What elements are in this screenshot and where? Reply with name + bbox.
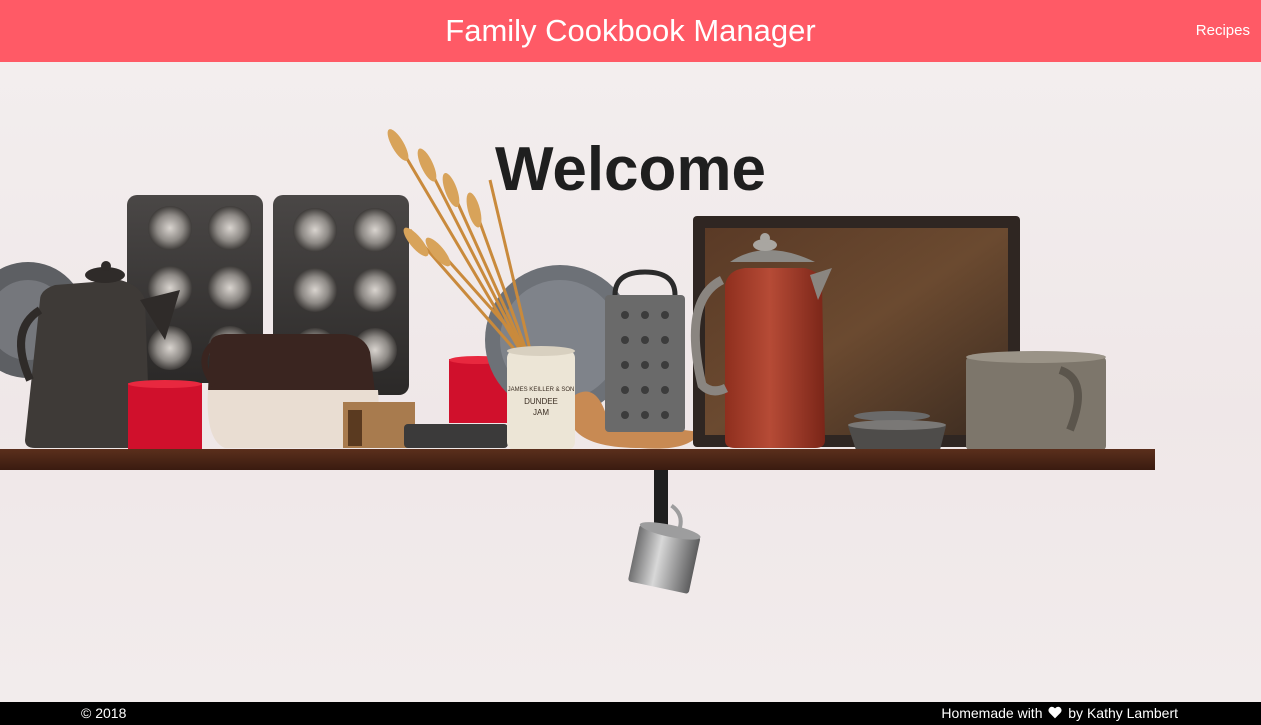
heart-icon bbox=[1048, 706, 1062, 719]
hero-section: JAMES KEILLER & SON DUNDEE JAM Welcome bbox=[0, 62, 1261, 702]
small-bowl bbox=[854, 411, 930, 421]
credit-prefix: Homemade with bbox=[941, 705, 1043, 721]
baking-tin bbox=[404, 424, 508, 448]
svg-text:DUNDEE: DUNDEE bbox=[524, 397, 558, 406]
box-grater bbox=[605, 269, 685, 432]
app-title: Family Cookbook Manager bbox=[445, 13, 816, 48]
svg-text:JAM: JAM bbox=[533, 408, 549, 417]
svg-text:JAMES KEILLER & SON: JAMES KEILLER & SON bbox=[508, 387, 575, 393]
page-footer: © 2018 Homemade with by Kathy Lambert bbox=[0, 702, 1261, 725]
red-candle-left bbox=[128, 383, 202, 450]
copyright-text: © 2018 bbox=[81, 705, 127, 721]
top-navbar: Family Cookbook Manager Recipes bbox=[0, 0, 1261, 62]
welcome-heading: Welcome bbox=[494, 134, 767, 204]
tin-mug bbox=[966, 351, 1106, 450]
wooden-shelf bbox=[0, 449, 1155, 470]
credit-suffix: by Kathy Lambert bbox=[1068, 705, 1178, 721]
nav-link-recipes[interactable]: Recipes bbox=[1196, 22, 1250, 39]
credit-text: Homemade with by Kathy Lambert bbox=[941, 705, 1178, 721]
jam-jar: JAMES KEILLER & SON DUNDEE JAM bbox=[507, 346, 575, 450]
